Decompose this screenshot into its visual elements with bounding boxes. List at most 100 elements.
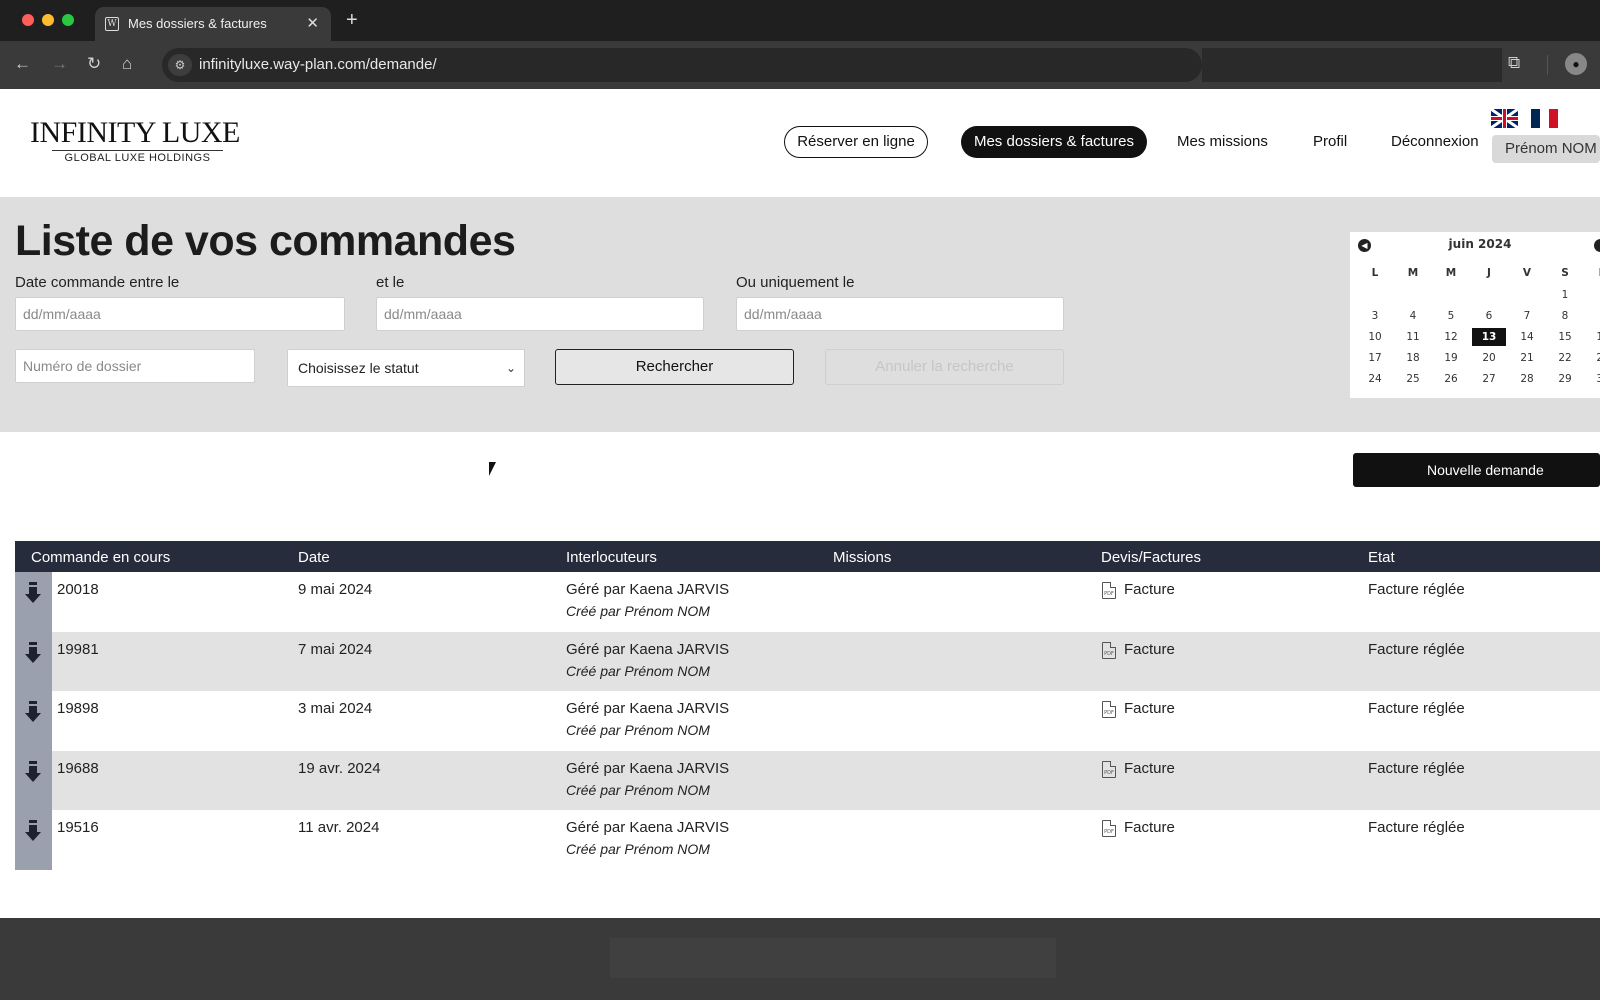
column-header-order[interactable]: Commande en cours [31,549,170,566]
site-footer [0,918,1600,1000]
calendar-day[interactable]: 10 [1358,328,1392,346]
pdf-file-icon[interactable]: PDF [1102,582,1116,599]
column-header-status[interactable]: Etat [1368,549,1395,566]
order-number[interactable]: 19981 [57,641,99,658]
new-request-button[interactable]: Nouvelle demande [1353,453,1600,487]
search-button[interactable]: Rechercher [555,349,794,385]
calendar-day[interactable]: 11 [1396,328,1430,346]
calendar-day-selected[interactable]: 13 [1472,328,1506,346]
calendar-day[interactable]: 27 [1472,370,1506,388]
site-logo[interactable]: INFINITY LUXE GLOBAL LUXE HOLDINGS [30,117,245,165]
column-header-missions[interactable]: Missions [833,549,891,566]
fr-flag-icon[interactable] [1531,109,1558,128]
calendar-day[interactable]: 30 [1586,370,1600,388]
calendar-day[interactable]: 23 [1586,349,1600,367]
date-from-input[interactable]: dd/mm/aaaa [15,297,345,331]
file-number-input[interactable]: Numéro de dossier [15,349,255,383]
window-close-button[interactable] [22,14,34,26]
pdf-file-icon[interactable]: PDF [1102,641,1116,659]
address-bar[interactable]: ⚙ infinityluxe.way-plan.com/demande/ [162,48,1202,82]
nav-files-invoices[interactable]: Mes dossiers & factures [961,126,1147,158]
cancel-search-button[interactable]: Annuler la recherche [825,349,1064,385]
invoice-link[interactable]: Facture [1124,700,1175,717]
calendar-next-icon[interactable] [1594,239,1600,252]
calendar-day[interactable]: 9 [1586,307,1600,325]
calendar-day[interactable]: 20 [1472,349,1506,367]
order-number[interactable]: 19898 [57,700,99,717]
calendar-day[interactable]: 12 [1434,328,1468,346]
download-arrow-icon[interactable] [25,641,41,664]
new-tab-button[interactable]: + [346,9,358,32]
status-select[interactable]: Choisissez le statut ⌄ [287,349,525,387]
column-header-contacts[interactable]: Interlocuteurs [566,549,657,566]
window-zoom-button[interactable] [62,14,74,26]
calendar-day[interactable]: 18 [1396,349,1430,367]
download-cell[interactable] [15,750,52,810]
calendar-day[interactable]: 1 [1548,286,1582,304]
status-text: Facture réglée [1368,640,1465,658]
window-minimize-button[interactable] [42,14,54,26]
order-number[interactable]: 19516 [57,819,99,836]
invoice-link[interactable]: Facture [1124,581,1175,598]
date-to-input[interactable]: dd/mm/aaaa [376,297,704,331]
order-number[interactable]: 20018 [57,581,99,598]
invoice-link[interactable]: Facture [1124,819,1175,836]
forward-arrow-icon[interactable]: → [51,54,68,74]
user-name-chip[interactable]: Prénom NOM [1492,135,1600,163]
back-arrow-icon[interactable]: ← [14,54,31,74]
calendar-day[interactable]: 8 [1548,307,1582,325]
calendar-day[interactable]: 16 [1586,328,1600,346]
calendar-day[interactable]: 24 [1358,370,1392,388]
download-arrow-icon[interactable] [25,701,41,723]
managed-by: Géré par Kaena JARVIS [566,700,730,717]
download-cell[interactable] [15,810,52,870]
column-header-quotes-invoices[interactable]: Devis/Factures [1101,549,1201,566]
pdf-file-icon[interactable]: PDF [1102,820,1116,837]
invoice-link[interactable]: Facture [1124,641,1175,658]
nav-profile[interactable]: Profil [1313,126,1347,158]
calendar-day[interactable]: 6 [1472,307,1506,325]
column-header-date[interactable]: Date [298,549,330,566]
download-arrow-icon[interactable] [25,820,41,842]
download-cell[interactable] [15,572,52,632]
order-number[interactable]: 19688 [57,760,99,777]
calendar-day[interactable]: 3 [1358,307,1392,325]
calendar-prev-icon[interactable]: ◀ [1358,239,1371,252]
date-from-label: Date commande entre le [15,274,180,291]
calendar-day[interactable]: 4 [1396,307,1430,325]
calendar-day[interactable]: 14 [1510,328,1544,346]
calendar-day[interactable]: 7 [1510,307,1544,325]
download-arrow-icon[interactable] [25,760,41,783]
calendar-day[interactable]: 25 [1396,370,1430,388]
calendar-day[interactable]: 15 [1548,328,1582,346]
calendar-day[interactable]: 26 [1434,370,1468,388]
book-online-button[interactable]: Réserver en ligne [784,126,928,158]
calendar-day[interactable]: 2 [1586,286,1600,304]
calendar-day[interactable]: 29 [1548,370,1582,388]
nav-logout[interactable]: Déconnexion [1391,126,1479,158]
pdf-file-icon[interactable]: PDF [1102,760,1116,778]
calendar-day[interactable]: 22 [1548,349,1582,367]
home-icon[interactable]: ⌂ [122,54,132,74]
download-cell[interactable] [15,631,52,691]
tab-close-icon[interactable]: ✕ [306,14,319,32]
calendar-day[interactable]: 21 [1510,349,1544,367]
profile-avatar-icon[interactable]: ● [1565,53,1587,75]
url-text[interactable]: infinityluxe.way-plan.com/demande/ [199,56,437,73]
pdf-file-icon[interactable]: PDF [1102,701,1116,718]
calendar-weekday: V [1522,267,1532,279]
site-info-icon[interactable]: ⚙ [168,54,192,76]
nav-missions[interactable]: Mes missions [1177,126,1268,158]
date-only-input[interactable]: dd/mm/aaaa [736,297,1064,331]
download-cell[interactable] [15,691,52,751]
browser-tab[interactable]: W Mes dossiers & factures ✕ [95,7,331,41]
uk-flag-icon[interactable] [1491,109,1518,128]
calendar-day[interactable]: 28 [1510,370,1544,388]
calendar-day[interactable]: 17 [1358,349,1392,367]
invoice-link[interactable]: Facture [1124,760,1175,777]
calendar-day[interactable]: 19 [1434,349,1468,367]
extensions-icon[interactable]: ⧉ [1508,53,1520,73]
download-arrow-icon[interactable] [25,582,41,604]
calendar-day[interactable]: 5 [1434,307,1468,325]
reload-icon[interactable]: ↻ [87,54,101,74]
